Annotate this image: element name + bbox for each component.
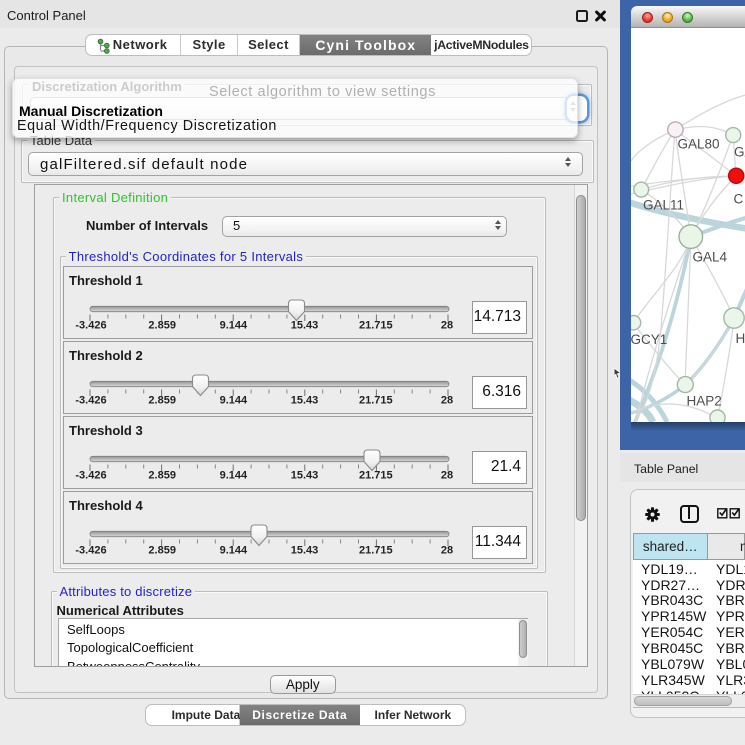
svg-text:15.43: 15.43 xyxy=(291,394,319,406)
svg-text:21.715: 21.715 xyxy=(359,319,393,331)
svg-text:GCY1: GCY1 xyxy=(631,332,667,347)
svg-text:9.144: 9.144 xyxy=(220,544,248,556)
svg-text:-3.426: -3.426 xyxy=(75,469,106,481)
svg-text:-3.426: -3.426 xyxy=(75,319,106,331)
svg-text:28: 28 xyxy=(441,394,453,406)
svg-text:2.859: 2.859 xyxy=(148,544,176,556)
svg-text:2.859: 2.859 xyxy=(148,319,176,331)
svg-text:28: 28 xyxy=(441,544,453,556)
svg-text:21.715: 21.715 xyxy=(359,469,393,481)
svg-text:GAL80: GAL80 xyxy=(678,137,720,152)
svg-text:15.43: 15.43 xyxy=(291,319,319,331)
svg-text:GAL4: GAL4 xyxy=(693,250,728,265)
svg-text:21.715: 21.715 xyxy=(359,394,393,406)
svg-text:9.144: 9.144 xyxy=(220,469,248,481)
svg-text:2.859: 2.859 xyxy=(148,469,176,481)
svg-text:2.859: 2.859 xyxy=(148,394,176,406)
svg-text:9.144: 9.144 xyxy=(220,319,248,331)
svg-text:15.43: 15.43 xyxy=(291,544,319,556)
svg-text:21.715: 21.715 xyxy=(359,544,393,556)
svg-text:28: 28 xyxy=(441,469,453,481)
svg-text:-3.426: -3.426 xyxy=(75,544,106,556)
svg-text:28: 28 xyxy=(441,319,453,331)
svg-text:-3.426: -3.426 xyxy=(75,394,106,406)
svg-text:GAL11: GAL11 xyxy=(643,198,684,213)
svg-text:H: H xyxy=(736,331,745,346)
svg-text:C: C xyxy=(734,192,744,207)
svg-text:9.144: 9.144 xyxy=(220,394,248,406)
svg-text:HAP2: HAP2 xyxy=(687,394,722,409)
svg-text:15.43: 15.43 xyxy=(291,469,319,481)
svg-text:GA: GA xyxy=(734,145,745,160)
